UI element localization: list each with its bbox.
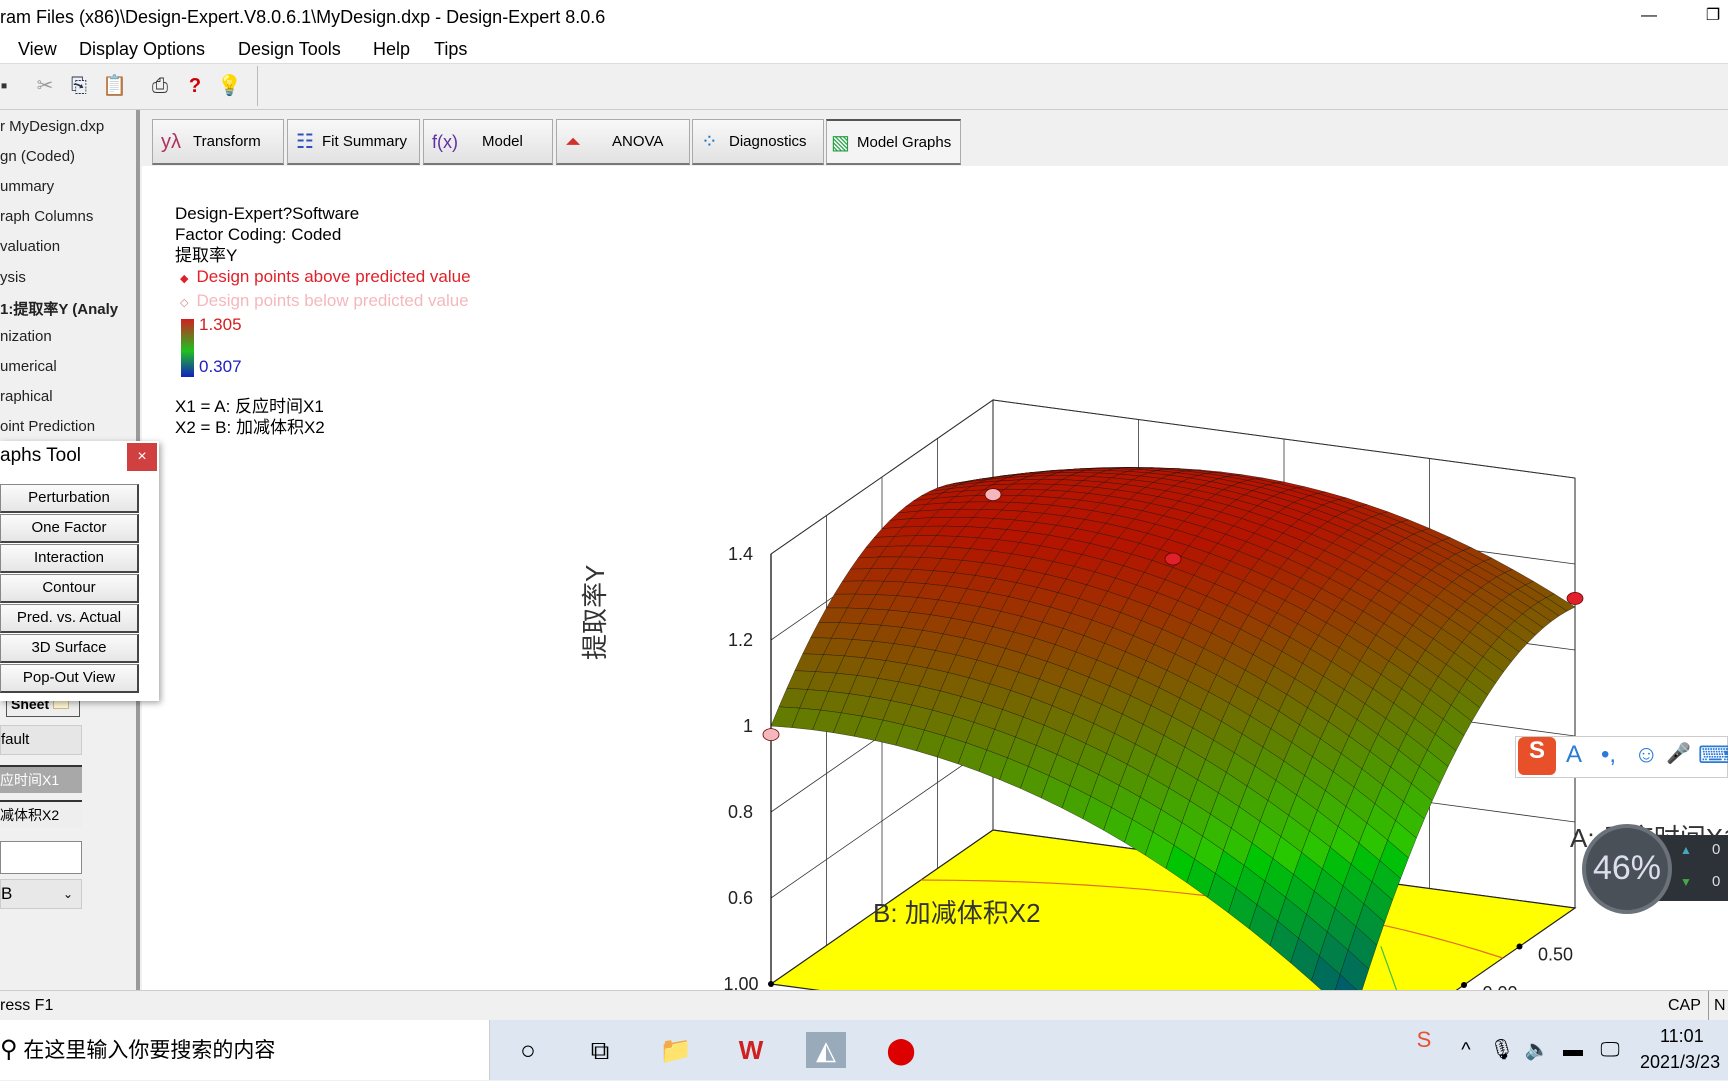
ime-emoji-icon[interactable]: ☺ [1634, 741, 1659, 769]
z-tick-label: 0.6 [728, 888, 753, 908]
ime-font-icon[interactable]: A [1566, 741, 1582, 769]
battery-icon[interactable]: ▬ [1553, 1032, 1593, 1068]
design-point-above [1165, 553, 1181, 565]
pop-out-view-button[interactable]: Pop-Out View [0, 664, 139, 693]
wps-icon[interactable]: W [731, 1032, 771, 1068]
sogou-tray-icon[interactable]: S [1404, 1022, 1444, 1058]
search-placeholder: 在这里输入你要搜索的内容 [23, 1039, 275, 1062]
ime-keyboard-icon[interactable]: ⌨ [1698, 741, 1728, 770]
taskbar: ⚲ 在这里输入你要搜索的内容 ○ ⧉ 📁 W ◭ ⬤ S ^ 🎙 🔈 ▬ 🖵 1… [0, 1020, 1728, 1080]
popup-title: aphs Tool [0, 445, 81, 467]
ime-punctuation-icon[interactable]: •, [1601, 741, 1616, 769]
design-expert-icon[interactable]: ◭ [806, 1032, 846, 1068]
close-button[interactable]: × [127, 443, 157, 471]
a-tick-mark [1517, 944, 1523, 950]
design-point-above [1567, 592, 1583, 604]
clock-time[interactable]: 11:01 [1660, 1026, 1704, 1047]
pred-vs-actual-button[interactable]: Pred. vs. Actual [0, 604, 139, 633]
cortana-icon[interactable]: ○ [508, 1032, 548, 1068]
search-icon: ⚲ [0, 1036, 18, 1063]
z-tick-label: 1.4 [728, 544, 753, 564]
graphs-tool-window: aphs Tool × Perturbation One Factor Inte… [0, 441, 159, 701]
volume-icon[interactable]: 🔈 [1517, 1032, 1557, 1068]
clock-date[interactable]: 2021/3/23 [1640, 1052, 1720, 1073]
task-view-icon[interactable]: ⧉ [580, 1032, 620, 1068]
file-explorer-icon[interactable]: 📁 [656, 1032, 696, 1068]
record-icon[interactable]: ⬤ [881, 1032, 921, 1068]
memory-meter-widget[interactable]: 46% [1582, 824, 1672, 914]
one-factor-button[interactable]: One Factor [0, 514, 139, 543]
contour-button[interactable]: Contour [0, 574, 139, 603]
z-tick-label: 1 [743, 716, 753, 736]
network-icon[interactable]: 🖵 [1590, 1032, 1630, 1068]
a-tick-label: 0.50 [1538, 945, 1573, 965]
sogou-logo-icon[interactable]: S [1518, 737, 1556, 775]
3d-surface-button[interactable]: 3D Surface [0, 634, 139, 663]
status-hint: ress F1 [0, 991, 53, 1021]
microphone-icon[interactable]: 🎙 [1482, 1032, 1522, 1068]
x-axis-label: B: 加减体积X2 [873, 893, 1041, 930]
tray-expand-icon[interactable]: ^ [1446, 1032, 1486, 1068]
download-arrow-icon: ▼ [1680, 875, 1692, 889]
perturbation-button[interactable]: Perturbation [0, 484, 139, 513]
upload-speed: 0 [1712, 841, 1720, 858]
interaction-button[interactable]: Interaction [0, 544, 139, 573]
surface-plot-3d[interactable]: 0.60.811.21.41.000.500.00-0.50-1.00-1.00… [0, 0, 1728, 1080]
z-axis-label: 提取率Y [575, 565, 612, 660]
design-point-below [763, 729, 779, 741]
design-point-below [985, 489, 1001, 501]
num-indicator: N [1708, 991, 1726, 1021]
caps-indicator: CAP [1668, 991, 1701, 1021]
ime-voice-icon[interactable]: 🎤 [1666, 741, 1691, 766]
b-tick-mark [768, 981, 774, 987]
z-tick-label: 1.2 [728, 630, 753, 650]
a-tick-mark [1461, 982, 1467, 988]
download-speed: 0 [1712, 873, 1720, 890]
ime-toolbar: S A •, ☺ 🎤 ⌨ [1515, 736, 1728, 778]
z-tick-label: 0.8 [728, 802, 753, 822]
taskbar-search[interactable]: ⚲ 在这里输入你要搜索的内容 [0, 1020, 490, 1080]
status-bar: ress F1 CAP N [0, 990, 1728, 1020]
upload-arrow-icon: ▲ [1680, 843, 1692, 857]
